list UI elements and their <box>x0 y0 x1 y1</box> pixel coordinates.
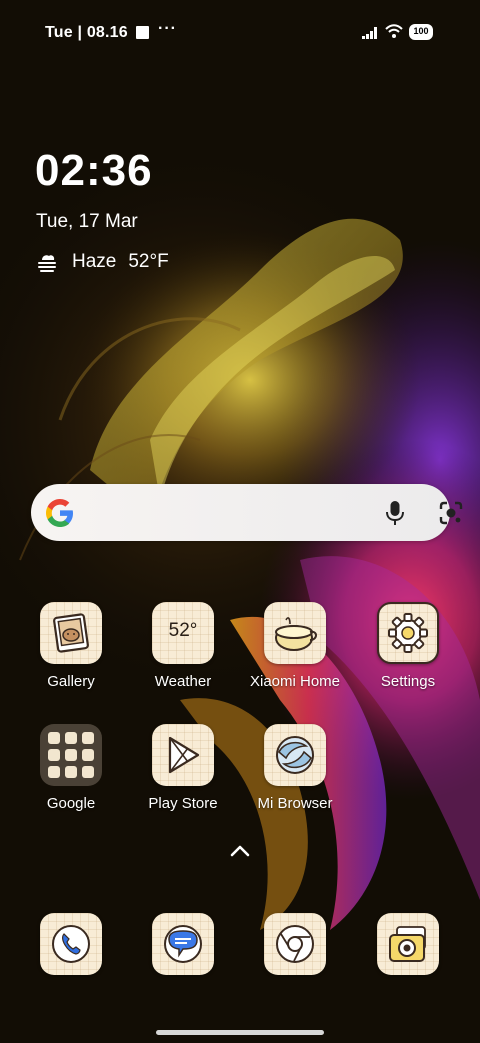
app-label: Play Store <box>148 795 218 812</box>
microphone-icon[interactable] <box>383 499 407 527</box>
app-google-folder[interactable]: Google <box>16 724 126 812</box>
app-settings[interactable]: Settings <box>353 602 463 690</box>
dock-messages[interactable] <box>128 913 238 975</box>
messages-icon <box>152 913 214 975</box>
app-label: Weather <box>154 673 212 690</box>
weather-tile-temp: 52° <box>168 620 198 641</box>
settings-gear-icon <box>377 602 439 664</box>
clock-time[interactable]: 02:36 <box>35 146 153 196</box>
signal-icon <box>362 27 377 39</box>
home-gesture-bar[interactable] <box>156 1030 324 1035</box>
play-store-icon <box>152 724 214 786</box>
dock-chrome[interactable] <box>240 913 350 975</box>
wifi-icon <box>385 24 403 38</box>
app-label: Xiaomi Home <box>249 673 341 690</box>
app-weather[interactable]: 52° Weather <box>128 602 238 690</box>
app-drawer-chevron-up-icon[interactable] <box>228 843 252 859</box>
app-label: Mi Browser <box>257 795 333 812</box>
app-xiaomi-home[interactable]: Xiaomi Home <box>240 602 350 690</box>
app-play-store[interactable]: Play Store <box>128 724 238 812</box>
more-notifications-icon: ··· <box>158 20 177 37</box>
gallery-icon <box>40 602 102 664</box>
weather-condition: Haze <box>72 251 117 272</box>
app-label: Gallery <box>47 673 95 690</box>
dock-camera[interactable] <box>353 913 463 975</box>
weather-row[interactable]: Haze 52°F <box>36 250 169 274</box>
mi-browser-icon <box>264 724 326 786</box>
battery-icon: 100 <box>409 24 433 40</box>
camera-lens-icon[interactable] <box>438 500 464 526</box>
chrome-icon <box>264 913 326 975</box>
google-folder-icon <box>40 724 102 786</box>
app-label: Settings <box>380 673 436 690</box>
notification-square-icon <box>136 26 149 39</box>
weather-temperature: 52°F <box>128 251 169 272</box>
app-label: Google <box>46 795 96 812</box>
app-gallery[interactable]: Gallery <box>16 602 126 690</box>
clock-date[interactable]: Tue, 17 Mar <box>36 211 138 233</box>
status-time: Tue | 08.16 <box>45 24 128 41</box>
xiaomi-home-icon <box>264 602 326 664</box>
haze-icon <box>38 255 56 272</box>
google-g-icon <box>46 499 73 527</box>
camera-icon <box>377 913 439 975</box>
app-mi-browser[interactable]: Mi Browser <box>240 724 350 812</box>
weather-icon: 52° <box>152 602 214 664</box>
status-bar: Tue | 08.16 ··· 100 <box>0 0 480 64</box>
phone-icon <box>40 913 102 975</box>
google-search-bar[interactable] <box>31 484 463 541</box>
dock-phone[interactable] <box>16 913 126 975</box>
